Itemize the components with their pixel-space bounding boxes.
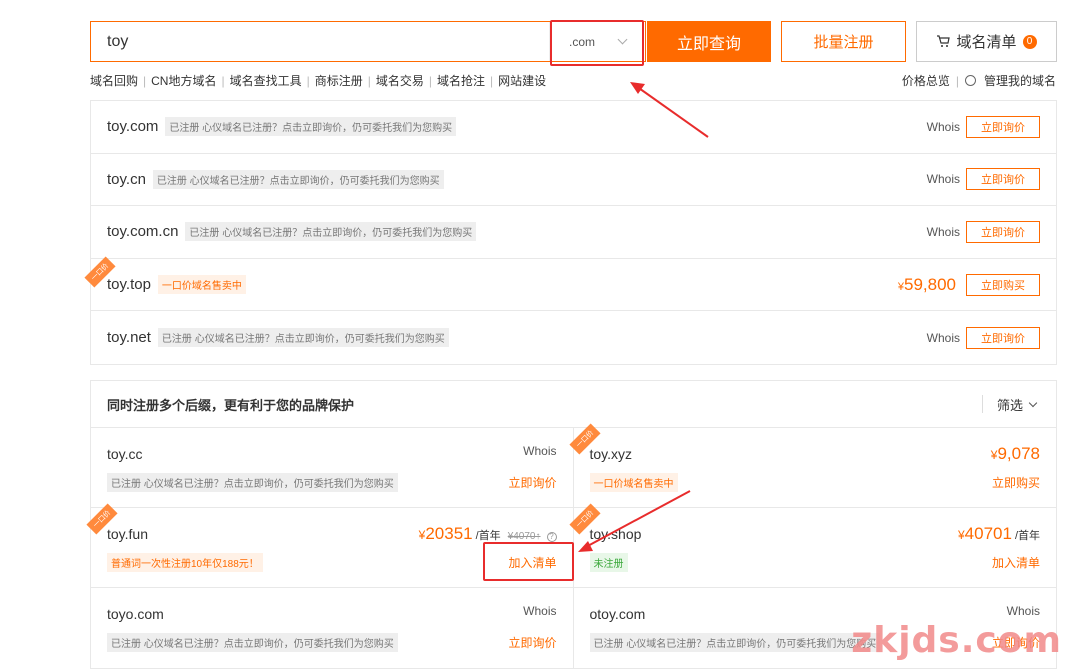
batch-register-button[interactable]: 批量注册 [781, 21, 906, 62]
inquire-button[interactable]: 立即询价 [966, 220, 1040, 243]
suggestion-price: ¥20351 [418, 524, 473, 543]
filter-dropdown[interactable]: 筛选 [981, 395, 1038, 413]
result-status-tag: 已注册 心仪域名已注册？点击立即询价，仍可委托我们为您购买 [157, 328, 449, 348]
suggestion-status-tag: 未注册 [589, 553, 628, 572]
inquire-button[interactable]: 立即询价 [966, 326, 1040, 349]
suggestion-domain: toyo.com [107, 606, 164, 622]
suggestion-status-tag: 已注册 心仪域名已注册？点击立即询价，仍可委托我们为您购买 [589, 633, 881, 652]
suggestion-domain: toy.fun [107, 526, 148, 542]
suggestion-domain: toy.cc [107, 446, 143, 462]
result-price: ¥59,800 [897, 274, 956, 294]
cart-icon [937, 35, 951, 47]
suggestion-item: 一口价 toy.xyz 一口价域名售卖中 ¥9,078 立即购买 [568, 423, 1056, 508]
domain-list-button[interactable]: 域名清单 0 [916, 21, 1057, 62]
whois-link[interactable]: Whois [1007, 604, 1040, 618]
nav-links: 域名回购 | CN地方域名 | 域名查找工具 | 商标注册 | 域名交易 | 域名抢注 | … [90, 72, 547, 89]
suggestion-promo-tag: 普通词一次性注册10年仅188元！ [107, 553, 263, 572]
query-button[interactable]: 立即查询 [647, 21, 771, 62]
whois-link[interactable]: Whois [523, 444, 556, 458]
price-unit: /首年 [1014, 530, 1040, 542]
whois-link[interactable]: Whois [927, 120, 960, 134]
results-list: toy.com 已注册 心仪域名已注册？点击立即询价，仍可委托我们为您购买 Wh… [84, 100, 1057, 365]
help-icon[interactable]: ? [546, 531, 557, 542]
search-input[interactable] [91, 22, 549, 61]
watermark: zkjds.com [851, 620, 1062, 661]
suggestion-domain: otoy.com [589, 606, 646, 622]
result-status-tag: 已注册 心仪域名已注册？点击立即询价，仍可委托我们为您购买 [185, 222, 477, 242]
result-row: 一口价 toy.top 一口价域名售卖中 ¥59,800 立即购买 [84, 256, 1056, 312]
suggestion-item: toy.cc 已注册 心仪域名已注册？点击立即询价，仍可委托我们为您购买 Who… [91, 428, 574, 508]
result-row: toy.com.cn 已注册 心仪域名已注册？点击立即询价，仍可委托我们为您购买… [91, 206, 1056, 259]
cart-count-badge: 0 [1022, 34, 1037, 49]
user-icon [964, 75, 976, 86]
result-row: toy.com 已注册 心仪域名已注册？点击立即询价，仍可委托我们为您购买 Wh… [91, 101, 1056, 154]
nav-link-price-overview[interactable]: 价格总览 [902, 72, 950, 89]
suggestion-price: ¥9,078 [990, 444, 1040, 463]
inquire-link[interactable]: 立即询价 [508, 474, 556, 491]
result-status-tag: 一口价域名售卖中 [157, 275, 246, 295]
annotation-box-suffix [550, 20, 644, 66]
suggestion-status-tag: 一口价域名售卖中 [589, 473, 678, 492]
nav-right: 价格总览 | 管理我的域名 [901, 72, 1056, 89]
buy-now-button[interactable]: 立即购买 [966, 273, 1040, 296]
suggestion-item: 一口价 toy.shop 未注册 ¥40701 /首年 加入清单 [568, 503, 1056, 588]
buy-now-link[interactable]: 立即购买 [992, 474, 1040, 491]
suggestion-price: ¥40701 [957, 524, 1012, 543]
original-price: ¥4070↑ [507, 531, 541, 542]
result-domain: toy.top [107, 276, 151, 294]
annotation-box-add-to-list [483, 542, 574, 581]
inquire-link[interactable]: 立即询价 [508, 634, 556, 651]
result-domain: toy.cn [107, 170, 146, 188]
annotation-arrowhead-1 [630, 82, 645, 94]
nav-link-trade[interactable]: 域名交易 [376, 72, 424, 89]
whois-link[interactable]: Whois [927, 331, 960, 345]
suggestion-domain: toy.xyz [589, 446, 633, 462]
filter-label: 筛选 [996, 397, 1023, 413]
suggestion-title: 同时注册多个后缀，更有利于您的品牌保护 [107, 397, 355, 413]
suggestion-status-tag: 已注册 心仪域名已注册？点击立即询价，仍可委托我们为您购买 [107, 633, 398, 652]
nav-link-snapback[interactable]: 域名抢注 [437, 72, 485, 89]
result-row: toy.net 已注册 心仪域名已注册？点击立即询价，仍可委托我们为您购买 Wh… [91, 311, 1056, 364]
nav-link-buyback[interactable]: 域名回购 [90, 72, 138, 89]
whois-link[interactable]: Whois [927, 172, 960, 186]
result-domain: toy.net [107, 329, 151, 347]
inquire-button[interactable]: 立即询价 [966, 168, 1040, 191]
result-domain: toy.com [107, 118, 159, 136]
whois-link[interactable]: Whois [523, 604, 556, 618]
whois-link[interactable]: Whois [927, 225, 960, 239]
result-status-tag: 已注册 心仪域名已注册？点击立即询价，仍可委托我们为您购买 [152, 169, 444, 189]
result-row: toy.cn 已注册 心仪域名已注册？点击立即询价，仍可委托我们为您购买 Who… [91, 154, 1056, 207]
suggestion-status-tag: 已注册 心仪域名已注册？点击立即询价，仍可委托我们为您购买 [107, 473, 398, 492]
nav-link-manage-domains[interactable]: 管理我的域名 [984, 72, 1056, 89]
domain-list-label: 域名清单 [956, 34, 1017, 51]
suggestion-domain: toy.shop [589, 526, 642, 542]
result-domain: toy.com.cn [107, 223, 179, 241]
inquire-button[interactable]: 立即询价 [966, 115, 1040, 138]
add-to-list-link[interactable]: 加入清单 [992, 554, 1040, 571]
suggestion-item: toyo.com 已注册 心仪域名已注册？点击立即询价，仍可委托我们为您购买 W… [91, 588, 574, 668]
price-unit: /首年 [475, 530, 501, 542]
suggestion-header: 同时注册多个后缀，更有利于您的品牌保护 筛选 [91, 381, 1056, 428]
nav-link-cn-local[interactable]: CN地方域名 [151, 72, 216, 89]
nav-link-website-build[interactable]: 网站建设 [498, 72, 546, 89]
chevron-down-icon [1028, 398, 1038, 407]
nav-link-lookup-tool[interactable]: 域名查找工具 [230, 72, 302, 89]
result-status-tag: 已注册 心仪域名已注册？点击立即询价，仍可委托我们为您购买 [165, 117, 457, 137]
nav-link-trademark[interactable]: 商标注册 [315, 72, 363, 89]
